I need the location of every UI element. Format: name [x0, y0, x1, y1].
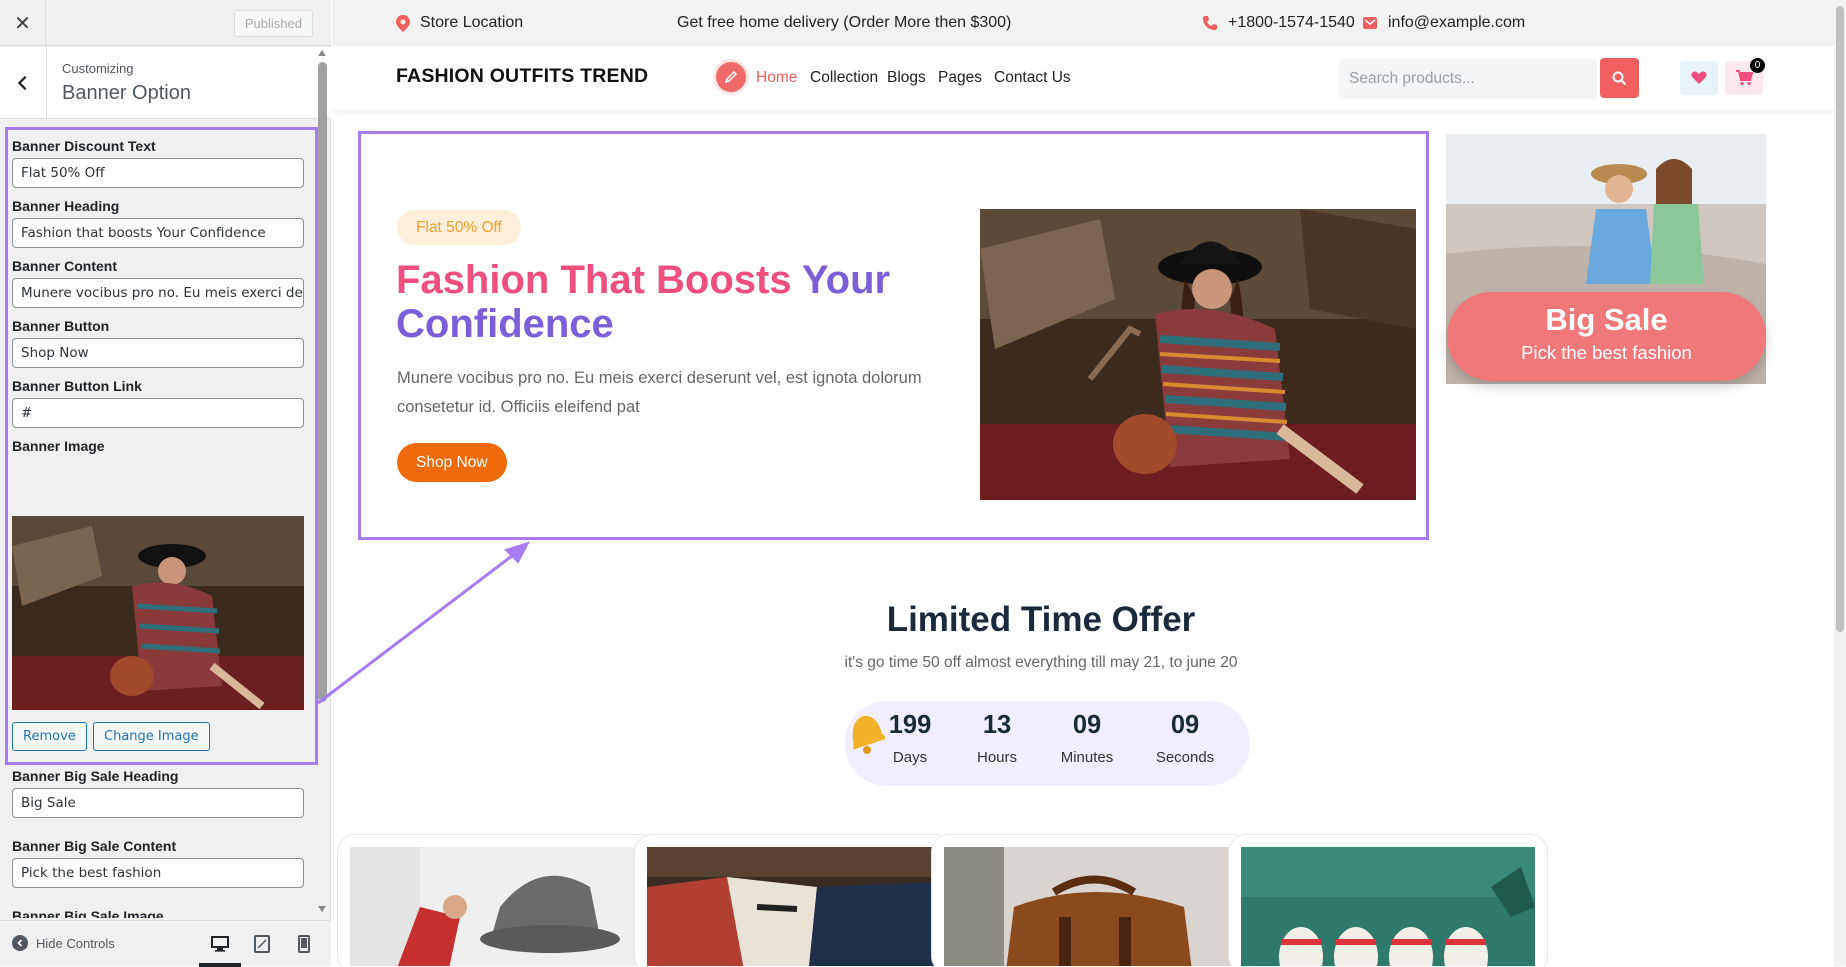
product-image	[944, 847, 1238, 966]
email-link[interactable]: info@example.com	[1362, 14, 1525, 32]
customizer-topbar: ✕ Published	[0, 0, 331, 46]
store-location-link[interactable]: Store Location	[396, 14, 523, 32]
product-card[interactable]	[634, 834, 954, 966]
site-preview: Store Location Get free home delivery (O…	[332, 0, 1846, 966]
mobile-preview-icon[interactable]	[283, 921, 325, 967]
field-label: Banner Big Sale Heading	[12, 768, 179, 784]
hide-controls-button[interactable]: Hide Controls	[12, 935, 115, 951]
countdown-label: Hours	[976, 749, 1017, 766]
banner-highlight	[358, 131, 1429, 540]
map-pin-icon	[396, 14, 410, 32]
nav-home[interactable]: Home	[756, 69, 797, 87]
product-card[interactable]	[931, 834, 1251, 966]
preview-scrollbar[interactable]	[1834, 0, 1846, 966]
back-chevron-icon[interactable]	[0, 47, 47, 119]
bell-icon	[845, 710, 888, 759]
offer-subtitle: it's go time 50 off almost everything ti…	[844, 654, 1238, 671]
bigsale-content: Pick the best fashion	[1521, 342, 1692, 363]
desktop-preview-icon[interactable]	[199, 921, 241, 967]
countdown-value: 13	[982, 711, 1012, 739]
collapse-icon	[12, 935, 28, 951]
phone-text: +1800-1574-1540	[1228, 14, 1355, 31]
product-image	[1241, 847, 1535, 966]
bigsale-banner[interactable]: Big Sale Pick the best fashion	[1447, 292, 1766, 381]
field-label: Banner Big Sale Content	[12, 838, 177, 854]
edit-pencil-icon[interactable]	[716, 62, 746, 92]
nav-pages[interactable]: Pages	[938, 69, 982, 87]
site-topbar: Store Location Get free home delivery (O…	[332, 0, 1846, 46]
offer-title: Limited Time Offer	[886, 600, 1196, 639]
customizer-panel: ✕ Published Customizing Banner Option Ba…	[0, 0, 331, 967]
countdown-value: 09	[1072, 711, 1102, 739]
product-card[interactable]	[337, 834, 657, 966]
section-title: Banner Option	[62, 82, 191, 104]
hide-controls-label: Hide Controls	[36, 935, 115, 951]
product-card[interactable]	[1228, 834, 1548, 966]
bigsale-content-input[interactable]: Pick the best fashion	[12, 858, 304, 888]
cart-count-badge: 0	[1750, 58, 1765, 73]
phone-link[interactable]: +1800-1574-1540	[1202, 14, 1355, 32]
preview-scroll-thumb[interactable]	[1836, 6, 1844, 632]
countdown-seconds: 09 Seconds	[1140, 711, 1230, 766]
banner-controls-highlight	[5, 127, 318, 765]
countdown-value: 09	[1170, 711, 1200, 739]
store-location-text: Store Location	[420, 14, 524, 31]
customizer-scroll-thumb[interactable]	[318, 62, 327, 702]
email-text: info@example.com	[1388, 14, 1526, 31]
scroll-up-icon[interactable]	[318, 50, 326, 56]
bigsale-heading-input[interactable]: Big Sale	[12, 788, 304, 818]
search-input[interactable]: Search products...	[1339, 59, 1597, 99]
section-header: Customizing Banner Option	[0, 47, 331, 119]
site-logo[interactable]: FASHION OUTFITS TREND	[396, 65, 648, 88]
mail-icon	[1363, 17, 1377, 29]
customizing-label: Customizing	[62, 61, 134, 76]
search-icon[interactable]	[1600, 58, 1639, 98]
customizer-footer: Hide Controls	[0, 920, 331, 967]
countdown-minutes: 09 Minutes	[1042, 711, 1132, 766]
product-image	[647, 847, 941, 966]
bigsale-image-field: Banner Big Sale Image	[12, 908, 304, 918]
tablet-preview-icon[interactable]	[241, 921, 283, 967]
delivery-notice: Get free home delivery (Order More then …	[677, 14, 1011, 32]
published-button[interactable]: Published	[233, 10, 313, 37]
countdown-label: Seconds	[1155, 749, 1215, 766]
heart-icon[interactable]	[1680, 61, 1718, 95]
nav-collection[interactable]: Collection	[810, 69, 878, 87]
scroll-down-icon[interactable]	[318, 906, 326, 912]
device-switcher	[199, 921, 325, 967]
bigsale-content-field: Banner Big Sale Content Pick the best fa…	[12, 838, 304, 888]
phone-icon	[1203, 16, 1217, 30]
site-navbar: FASHION OUTFITS TREND Home Collection Bl…	[332, 46, 1846, 110]
bigsale-heading-field: Banner Big Sale Heading Big Sale	[12, 768, 304, 818]
nav-blogs[interactable]: Blogs	[887, 69, 926, 87]
countdown-hours: 13 Hours	[952, 711, 1042, 766]
countdown-label: Minutes	[1060, 749, 1114, 766]
close-icon[interactable]: ✕	[0, 0, 46, 46]
product-image	[350, 847, 644, 966]
field-label: Banner Big Sale Image	[12, 908, 164, 918]
countdown-timer: 199 Days 13 Hours 09 Minutes 09 Seconds	[845, 701, 1250, 786]
nav-contact-us[interactable]: Contact Us	[994, 69, 1071, 87]
delivery-text: Get free home delivery (Order More then …	[677, 14, 1012, 31]
bigsale-heading: Big Sale	[1545, 302, 1668, 337]
